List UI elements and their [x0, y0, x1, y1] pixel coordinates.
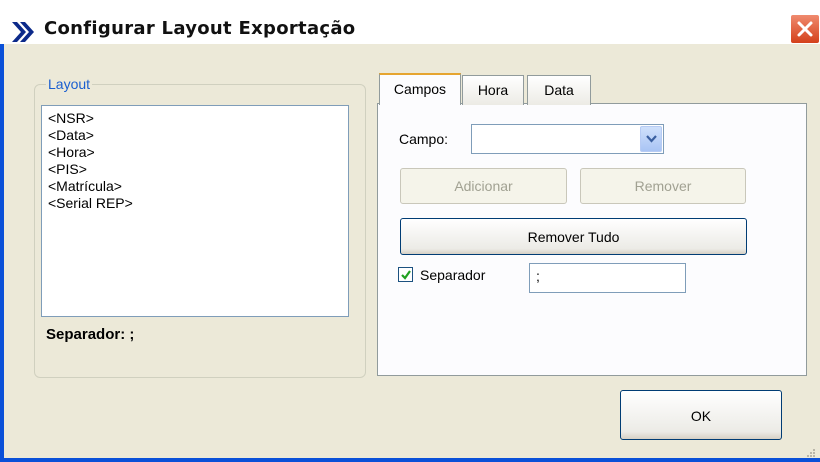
ok-button[interactable]: OK [620, 390, 782, 440]
chevron-down-icon [646, 135, 657, 143]
remove-all-button[interactable]: Remover Tudo [400, 218, 747, 255]
campo-select[interactable] [471, 124, 664, 154]
list-item[interactable]: <Matrícula> [48, 178, 342, 195]
add-button[interactable]: Adicionar [400, 168, 567, 204]
title-bar[interactable]: Configurar Layout Exportação [0, 0, 820, 44]
layout-legend: Layout [46, 76, 93, 92]
close-button[interactable] [790, 14, 820, 44]
tab-campos[interactable]: Campos [379, 73, 461, 105]
resize-grip-icon[interactable] [806, 448, 816, 458]
close-icon [797, 21, 813, 37]
list-item[interactable]: <Data> [48, 127, 342, 144]
campo-label: Campo: [399, 131, 449, 147]
list-item[interactable]: <Serial REP> [48, 195, 342, 212]
separator-checkbox[interactable] [398, 267, 413, 282]
app-arrow-icon [12, 22, 34, 42]
dialog-window: Configurar Layout Exportação Layout <NSR… [0, 0, 820, 462]
separator-input[interactable]: ; [529, 263, 686, 293]
separator-summary-label: Separador: ; [46, 326, 135, 343]
dropdown-button[interactable] [640, 126, 662, 152]
remove-button[interactable]: Remover [580, 168, 746, 204]
separator-checkbox-label[interactable]: Separador [420, 267, 485, 283]
tab-hora[interactable]: Hora [462, 75, 524, 105]
list-item[interactable]: <PIS> [48, 161, 342, 178]
checkmark-icon [401, 270, 411, 280]
tab-data[interactable]: Data [527, 75, 591, 105]
list-item[interactable]: <NSR> [48, 110, 342, 127]
list-item[interactable]: <Hora> [48, 144, 342, 161]
layout-listbox[interactable]: <NSR> <Data> <Hora> <PIS> <Matrícula> <S… [41, 105, 349, 317]
window-title: Configurar Layout Exportação [44, 18, 356, 39]
